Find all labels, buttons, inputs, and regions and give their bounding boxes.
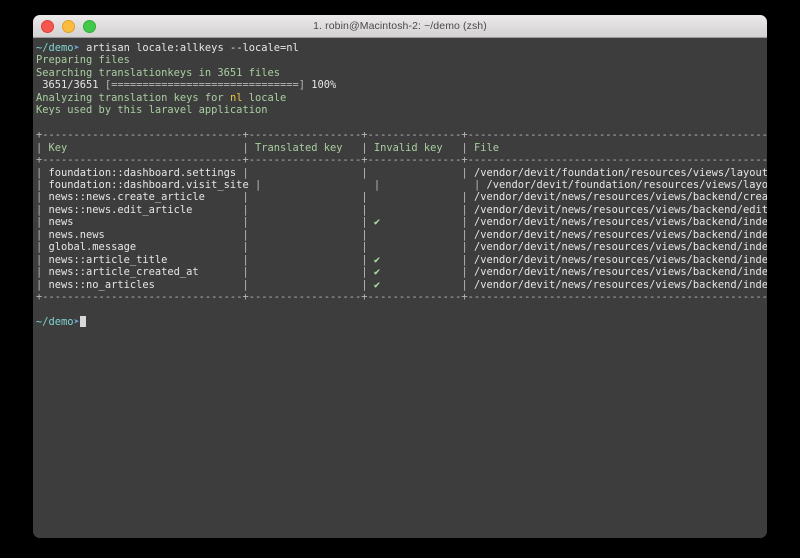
table-cell: /vendor/devit/news/resources/views/backe… (473, 241, 767, 254)
window-controls (41, 15, 96, 37)
terminal-output-area[interactable]: ~/demo➤ artisan locale:allkeys --locale=… (33, 38, 767, 538)
table-row: | news | | ✔ | /vendor/devit/news/resour… (36, 216, 767, 228)
table-cell (255, 229, 355, 241)
table-cell: /vendor/devit/foundation/resources/views… (486, 178, 767, 191)
shell-prompt: ~/demo➤ (36, 315, 767, 328)
table-cell: /vendor/devit/news/resources/views/backe… (473, 191, 767, 204)
table-cell (374, 204, 455, 216)
table-cell: news (48, 216, 237, 229)
analyzing-line: Analyzing translation keys for nl locale (36, 91, 287, 104)
progress-line: 3651/3651 [=============================… (36, 79, 337, 92)
table-cell: /vendor/devit/news/resources/views/backe… (473, 253, 767, 266)
table-row: | news::no_articles | | ✔ | /vendor/devi… (36, 279, 767, 291)
table-cell (255, 216, 355, 228)
table-cell: news::no_articles (48, 278, 237, 291)
table-cell: /vendor/devit/news/resources/views/backe… (473, 203, 767, 216)
keys-heading: Keys used by this laravel application (36, 104, 268, 117)
table-cell (374, 241, 455, 253)
column-header: Invalid key (373, 141, 456, 154)
table-cell: foundation::dashboard.visit_site (48, 178, 249, 191)
table-cell (267, 179, 367, 191)
table-border: +--------------------------------+------… (36, 291, 767, 304)
table-cell (255, 204, 355, 216)
table-cell (255, 279, 355, 291)
table-row: | foundation::dashboard.settings | | | /… (36, 167, 767, 179)
table-cell (386, 179, 467, 191)
output-line: Preparing files (36, 54, 130, 67)
table-border: +--------------------------------+------… (36, 129, 767, 142)
table-cell: global.message (48, 241, 237, 254)
table-cell (255, 167, 355, 179)
window-title: 1. robin@Macintosh-2: ~/demo (zsh) (313, 20, 487, 32)
table-cell (255, 254, 355, 266)
table-row: | news::news.create_article | | | /vendo… (36, 191, 767, 203)
table-cell: ✔ (373, 266, 456, 279)
table-row: | news::news.edit_article | | | /vendor/… (36, 204, 767, 216)
table-cell: ✔ (373, 278, 456, 291)
table-cell: /vendor/devit/news/resources/views/backe… (473, 266, 767, 279)
console-text: ~/demo➤ artisan locale:allkeys --locale=… (36, 42, 767, 328)
table-cell: news.news (48, 228, 237, 241)
table-cell (374, 167, 455, 179)
table-cell: foundation::dashboard.settings (48, 166, 237, 179)
table-row: | global.message | | | /vendor/devit/new… (36, 241, 767, 253)
table-cell: news::news.edit_article (48, 203, 237, 216)
minimize-button[interactable] (62, 19, 75, 33)
table-cell: ✔ (373, 253, 456, 266)
maximize-button[interactable] (83, 19, 96, 33)
table-cell (255, 241, 355, 253)
table-row: | news::article_created_at | | ✔ | /vend… (36, 266, 767, 278)
output-line: Searching translationkeys in 3651 files (36, 66, 280, 79)
table-row: | news::article_title | | ✔ | /vendor/de… (36, 254, 767, 266)
terminal-window: 1. robin@Macintosh-2: ~/demo (zsh) ~/dem… (33, 15, 767, 538)
table-cell (374, 191, 455, 203)
table-cell (374, 229, 455, 241)
command-line: ~/demo➤ artisan locale:allkeys --locale=… (36, 42, 299, 54)
table-header-row: | Key | Translated key | Invalid key | F… (36, 142, 767, 154)
column-header: Key (48, 141, 237, 154)
table-row: | foundation::dashboard.visit_site | | |… (36, 179, 767, 191)
table-cell: /vendor/devit/news/resources/views/backe… (473, 216, 767, 229)
table-border: +--------------------------------+------… (36, 154, 767, 167)
table-row: | news.news | | | /vendor/devit/news/res… (36, 229, 767, 241)
table-cell: news::news.create_article (48, 191, 237, 204)
column-header: File (473, 141, 499, 154)
table-cell: ✔ (373, 216, 456, 229)
column-header: Translated key (254, 141, 356, 154)
table-cell: /vendor/devit/foundation/resources/views… (473, 166, 767, 179)
table-cell: /vendor/devit/news/resources/views/backe… (473, 278, 767, 291)
table-cell: /vendor/devit/news/resources/views/backe… (473, 228, 767, 241)
close-button[interactable] (41, 19, 54, 33)
table-cell: news::article_created_at (48, 266, 237, 279)
window-title-bar[interactable]: 1. robin@Macintosh-2: ~/demo (zsh) (33, 15, 767, 38)
table-cell: news::article_title (48, 253, 237, 266)
table-cell (255, 191, 355, 203)
table-cell (255, 266, 355, 278)
text-cursor (79, 315, 87, 327)
